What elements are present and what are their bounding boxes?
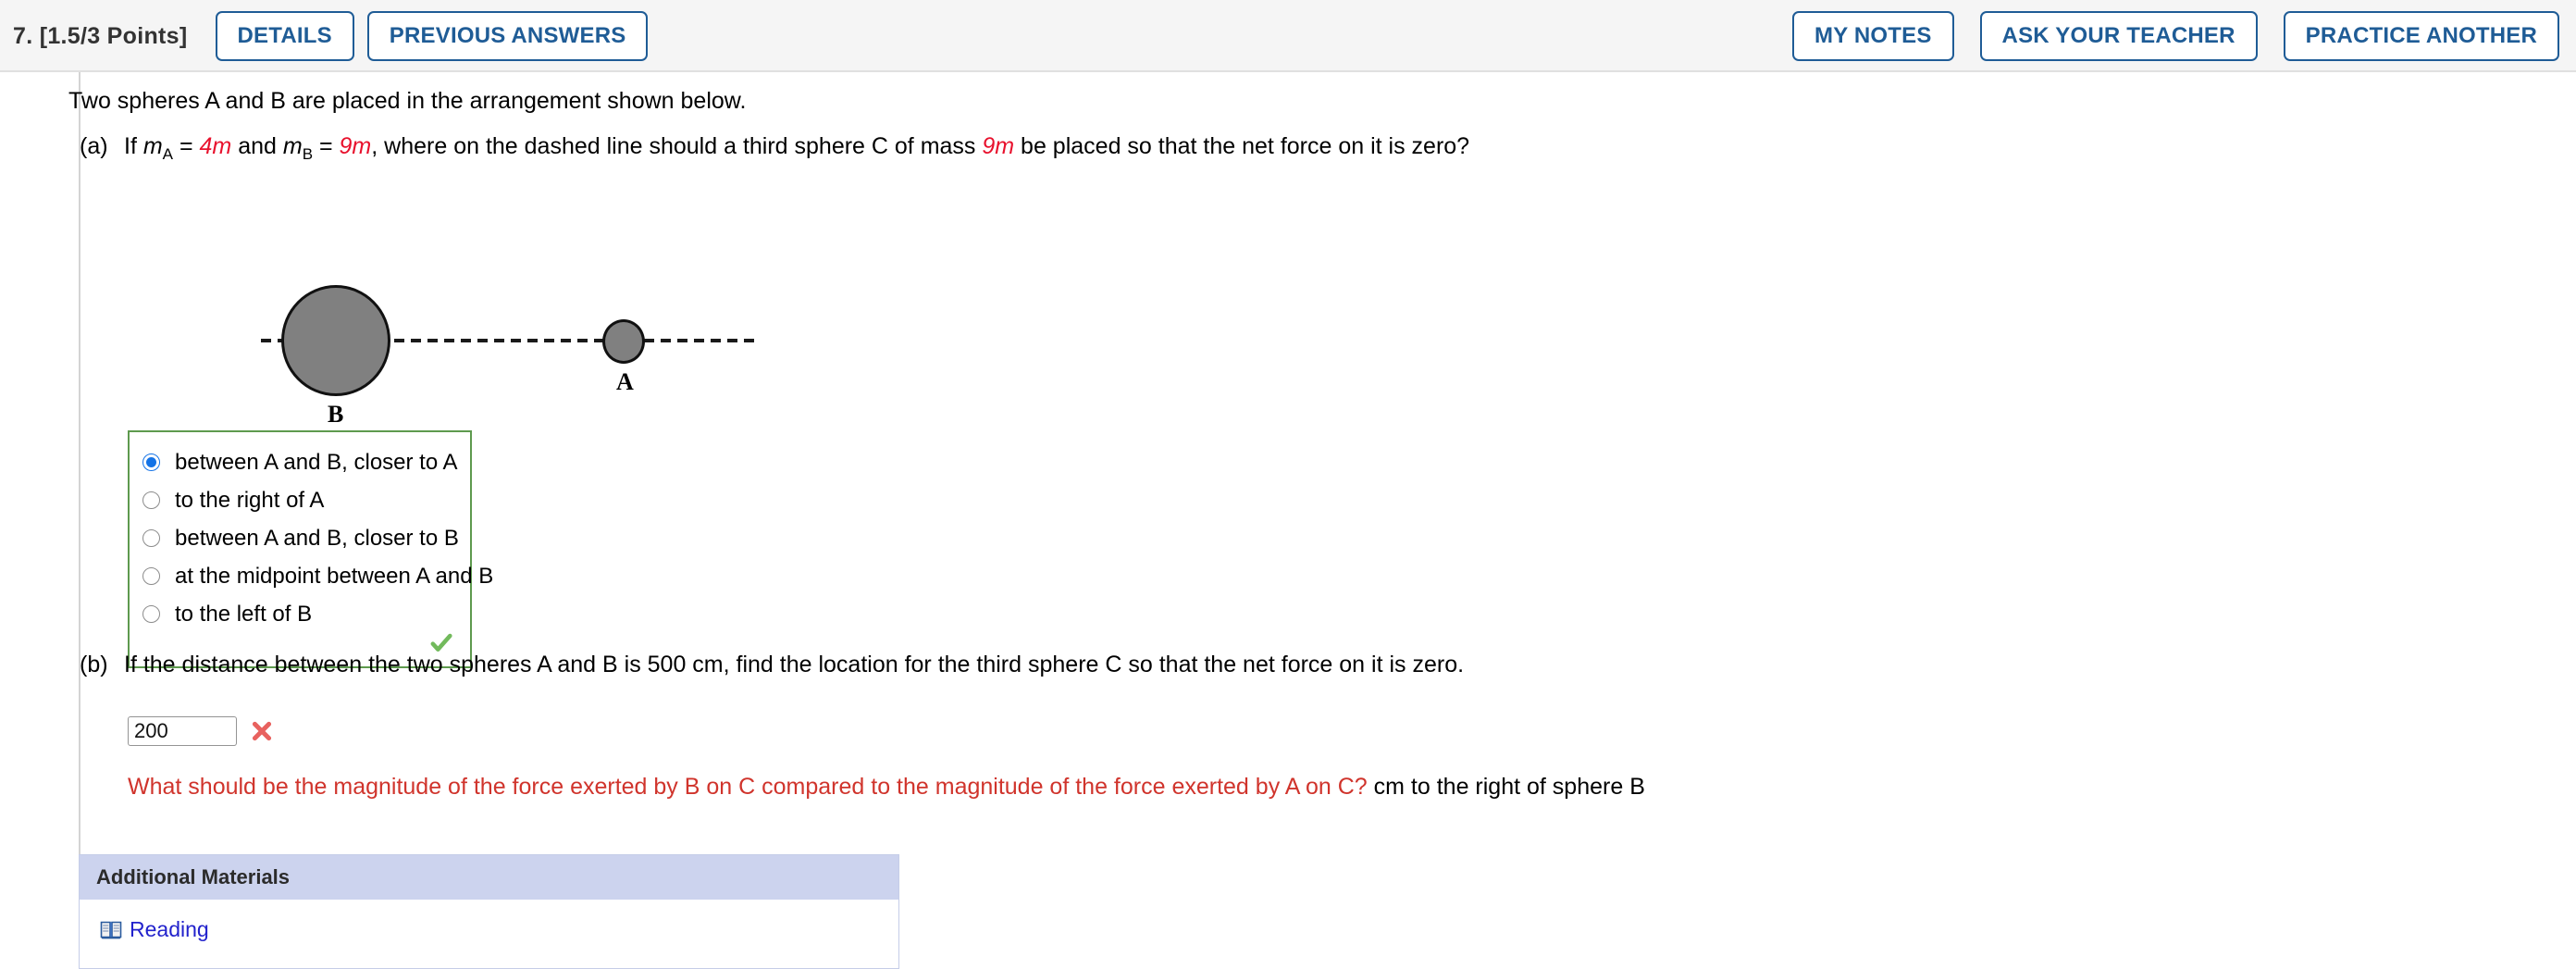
sphere-a-shape — [602, 319, 645, 364]
question-intro: Two spheres A and B are placed in the ar… — [68, 88, 747, 114]
choice-option-0[interactable]: between A and B, closer to A — [142, 443, 458, 481]
mass-b-value: 9m — [339, 133, 372, 159]
part-a-prompt: (a) If mA = 4m and mB = 9m, where on the … — [80, 132, 1469, 164]
question-toolbar: 7. [1.5/3 Points] DETAILS PREVIOUS ANSWE… — [0, 0, 2576, 72]
part-a-tag: (a) — [80, 133, 108, 159]
radio-button-3[interactable] — [142, 567, 160, 585]
choice-label-0: between A and B, closer to A — [175, 449, 458, 475]
mass-a-symbol: m — [142, 133, 163, 159]
part-a-text-2: and — [231, 133, 283, 159]
part-a-text-4: be placed so that the net force on it is… — [1014, 133, 1470, 159]
choice-option-1[interactable]: to the right of A — [142, 481, 455, 519]
choice-option-2[interactable]: between A and B, closer to B — [142, 519, 459, 557]
question-divider-rule — [79, 72, 80, 898]
sphere-b-shape — [281, 285, 390, 396]
points-label: 7. [1.5/3 Points] — [13, 22, 188, 49]
part-a-text-1: If — [124, 133, 143, 159]
reading-link[interactable]: Reading — [130, 917, 209, 942]
radio-button-1[interactable] — [142, 491, 160, 509]
mass-b-subscript: B — [302, 145, 314, 163]
additional-materials-panel: Additional Materials Reading — [79, 854, 899, 969]
ask-your-teacher-button[interactable]: ASK YOUR TEACHER — [1979, 11, 2258, 61]
sphere-b-label: B — [328, 401, 344, 428]
details-button[interactable]: DETAILS — [215, 11, 354, 61]
choice-label-3: at the midpoint between A and B — [175, 563, 494, 589]
choice-option-4[interactable]: to the left of B — [142, 595, 455, 633]
part-a-equals-1: = — [173, 133, 200, 159]
toolbar-right-group: MY NOTES ASK YOUR TEACHER PRACTICE ANOTH… — [1792, 0, 2559, 72]
radio-button-0[interactable] — [142, 453, 160, 471]
additional-materials-title: Additional Materials — [80, 855, 898, 900]
mass-b-symbol: m — [282, 133, 303, 159]
choice-label-1: to the right of A — [175, 487, 325, 513]
radio-button-2[interactable] — [142, 529, 160, 547]
answer-choices-box: between A and B, closer to A to the righ… — [128, 430, 493, 668]
part-a-text-3: , where on the dashed line should a thir… — [371, 133, 983, 159]
mass-a-value: 4m — [199, 133, 232, 159]
red-x-icon — [252, 721, 272, 741]
question-body: Two spheres A and B are placed in the ar… — [0, 72, 2576, 969]
practice-another-button[interactable]: PRACTICE ANOTHER — [2283, 11, 2559, 61]
part-a-equals-2: = — [313, 133, 340, 159]
spheres-diagram: B A — [254, 267, 772, 428]
radio-button-4[interactable] — [142, 605, 160, 623]
choice-label-4: to the left of B — [175, 601, 313, 627]
sphere-a-label: A — [616, 368, 634, 395]
book-icon — [100, 921, 122, 939]
mass-c-value: 9m — [982, 133, 1015, 159]
my-notes-button[interactable]: MY NOTES — [1792, 11, 1954, 61]
mass-a-subscript: A — [162, 145, 174, 163]
additional-materials-list: Reading — [80, 900, 898, 968]
part-b-answer-input[interactable] — [128, 716, 237, 746]
part-b-prompt: (b) If the distance between the two spher… — [80, 651, 1464, 678]
part-b-feedback-line: What should be the magnitude of the forc… — [128, 773, 1645, 801]
part-b-tag: (b) — [80, 652, 108, 677]
part-b-hint-text: What should be the magnitude of the forc… — [128, 774, 1368, 800]
previous-answers-button[interactable]: PREVIOUS ANSWERS — [366, 11, 649, 61]
choice-label-2: between A and B, closer to B — [175, 525, 459, 551]
part-b-answer-row — [128, 716, 274, 746]
toolbar-left-group: 7. [1.5/3 Points] DETAILS PREVIOUS ANSWE… — [13, 0, 649, 72]
choice-option-3[interactable]: at the midpoint between A and B — [142, 557, 493, 595]
part-b-unit-text: cm to the right of sphere B — [1367, 774, 1645, 800]
part-b-text: If the distance between the two spheres … — [124, 652, 1465, 677]
